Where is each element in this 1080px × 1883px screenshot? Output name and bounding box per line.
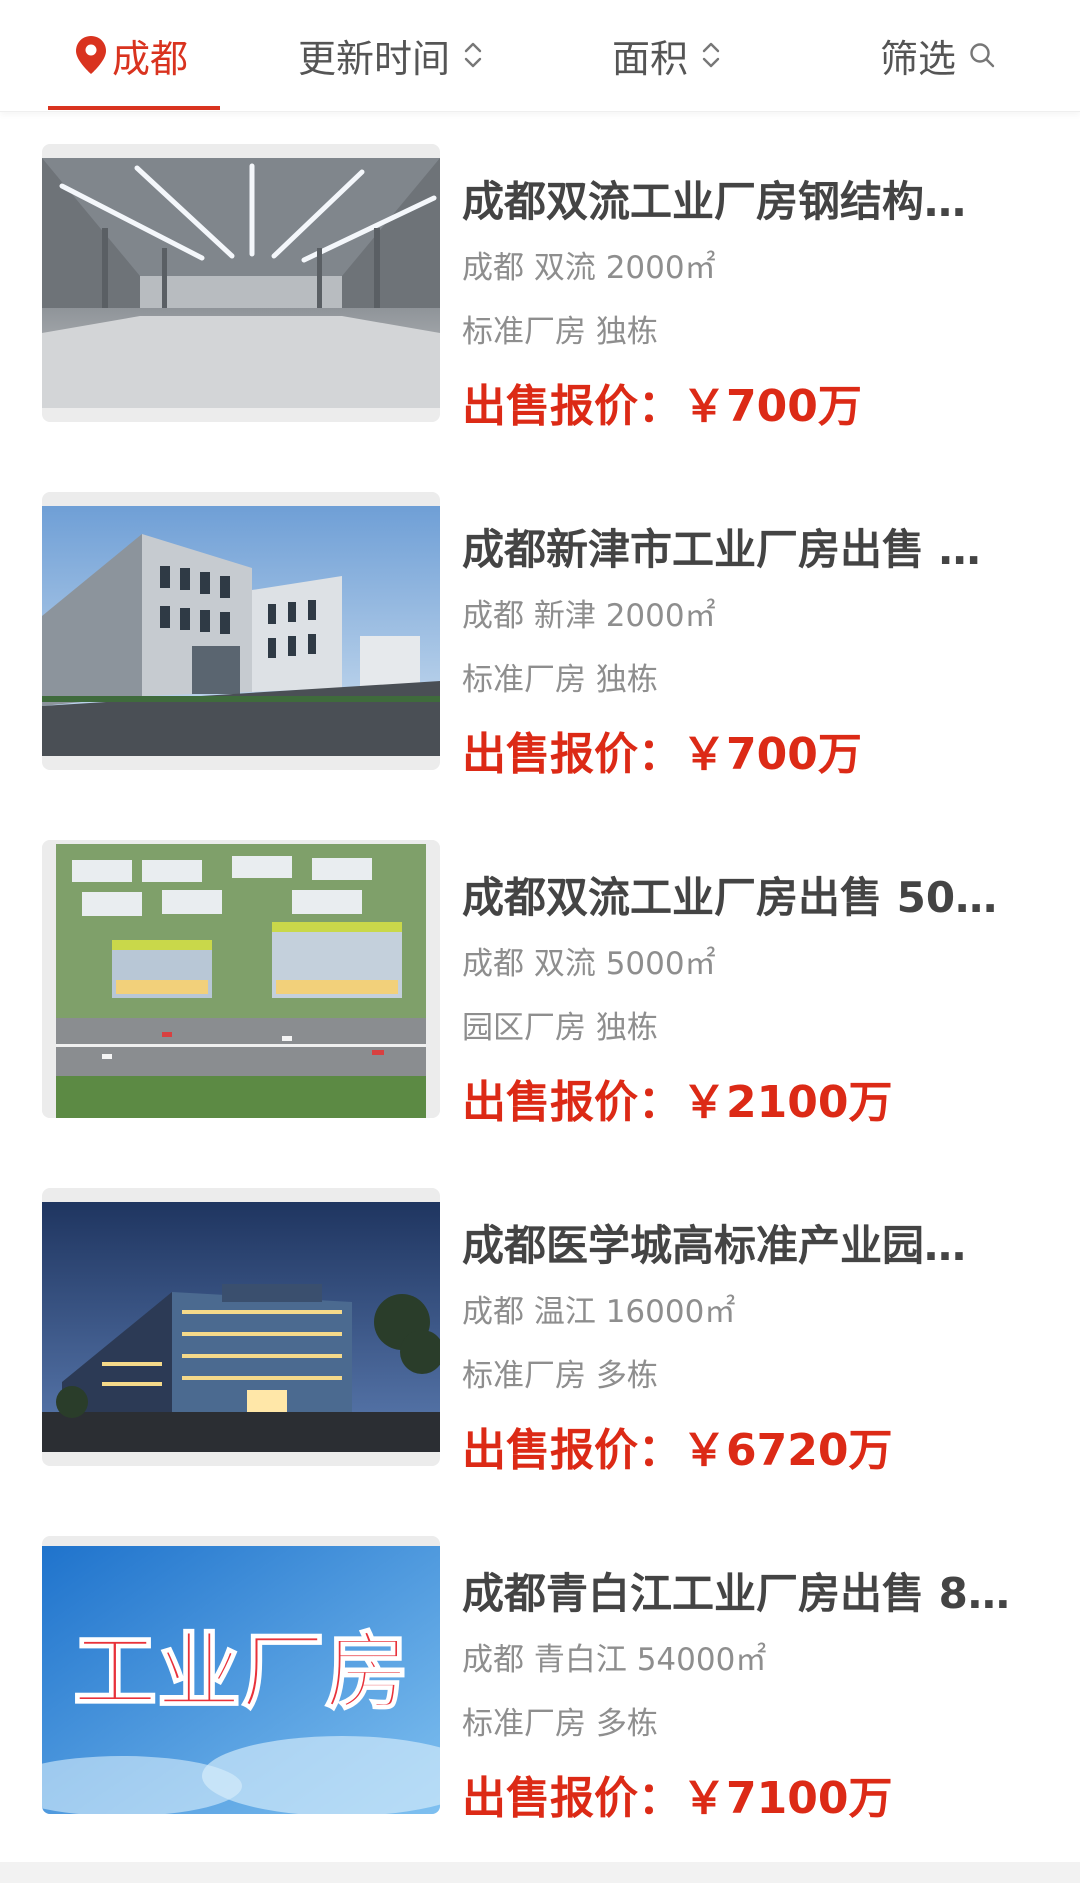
listing-tags: 标准厂房 独栋 — [462, 314, 658, 350]
bottom-edge — [0, 1862, 1080, 1883]
search-icon — [970, 43, 995, 68]
factory-exterior-image — [42, 506, 440, 756]
listing-location: 成都 新津 2000㎡ — [462, 598, 716, 634]
banner-graphic-image: 工业厂房 — [42, 1546, 440, 1814]
listing-card[interactable]: 成都双流工业厂房出售 50… 成都 双流 5000㎡ 园区厂房 独栋 出售报价：… — [0, 840, 1080, 1140]
sort-updown-icon — [464, 42, 482, 68]
listing-title[interactable]: 成都青白江工业厂房出售 8… — [462, 1560, 1042, 1621]
sort-by-update-time[interactable]: 更新时间 — [298, 26, 484, 84]
listing-tags: 标准厂房 多栋 — [462, 1358, 658, 1394]
listing-card[interactable]: 工业厂房 成都青白江工业厂房出售 8… 成都 青白江 54000㎡ 标准厂房 多… — [0, 1536, 1080, 1836]
listing-thumbnail — [42, 492, 440, 770]
banner-text: 工业厂房 — [73, 1623, 409, 1721]
filter-label: 筛选 — [880, 36, 957, 81]
office-building-night-image — [42, 1202, 440, 1452]
filter-button[interactable]: 筛选 — [880, 26, 996, 84]
listing-card[interactable]: 成都医学城高标准产业园… 成都 温江 16000㎡ 标准厂房 多栋 出售报价：￥… — [0, 1188, 1080, 1488]
active-tab-indicator — [48, 106, 220, 110]
listing-thumbnail — [42, 840, 440, 1118]
listing-title[interactable]: 成都双流工业厂房出售 50… — [462, 864, 1042, 925]
listing-thumbnail: 工业厂房 — [42, 1536, 440, 1814]
listing-price: 出售报价：￥7100万 — [462, 1773, 893, 1824]
listing-title[interactable]: 成都医学城高标准产业园… — [462, 1212, 1042, 1273]
sort-area-label: 面积 — [612, 36, 689, 81]
listing-tags: 标准厂房 独栋 — [462, 662, 658, 698]
listing-tags: 园区厂房 独栋 — [462, 1010, 658, 1046]
listing-location: 成都 双流 2000㎡ — [462, 250, 716, 286]
sort-updown-icon — [702, 42, 720, 68]
city-label: 成都 — [112, 36, 189, 81]
filter-bar: 成都 更新时间 面积 筛选 — [0, 0, 1080, 112]
listing-price: 出售报价：￥700万 — [462, 381, 862, 432]
listing-location: 成都 温江 16000㎡ — [462, 1294, 736, 1330]
listing-title[interactable]: 成都新津市工业厂房出售 … — [462, 516, 1042, 577]
sort-by-area[interactable]: 面积 — [612, 26, 722, 84]
listing-card[interactable]: 成都双流工业厂房钢结构… 成都 双流 2000㎡ 标准厂房 独栋 出售报价：￥7… — [0, 144, 1080, 444]
listing-thumbnail — [42, 1188, 440, 1466]
listing-location: 成都 双流 5000㎡ — [462, 946, 716, 982]
listing-title[interactable]: 成都双流工业厂房钢结构… — [462, 168, 1042, 229]
listing-price: 出售报价：￥700万 — [462, 729, 862, 780]
industrial-park-model-image — [42, 840, 440, 1118]
sort-time-label: 更新时间 — [298, 36, 451, 81]
location-pin-icon — [76, 36, 106, 74]
listing-tags: 标准厂房 多栋 — [462, 1706, 658, 1742]
listing-card[interactable]: 成都新津市工业厂房出售 … 成都 新津 2000㎡ 标准厂房 独栋 出售报价：￥… — [0, 492, 1080, 792]
listing-thumbnail — [42, 144, 440, 422]
city-selector[interactable]: 成都 — [74, 26, 188, 84]
listing-price: 出售报价：￥6720万 — [462, 1425, 893, 1476]
warehouse-interior-image — [42, 158, 440, 408]
listing-location: 成都 青白江 54000㎡ — [462, 1642, 767, 1678]
listing-price: 出售报价：￥2100万 — [462, 1077, 893, 1128]
